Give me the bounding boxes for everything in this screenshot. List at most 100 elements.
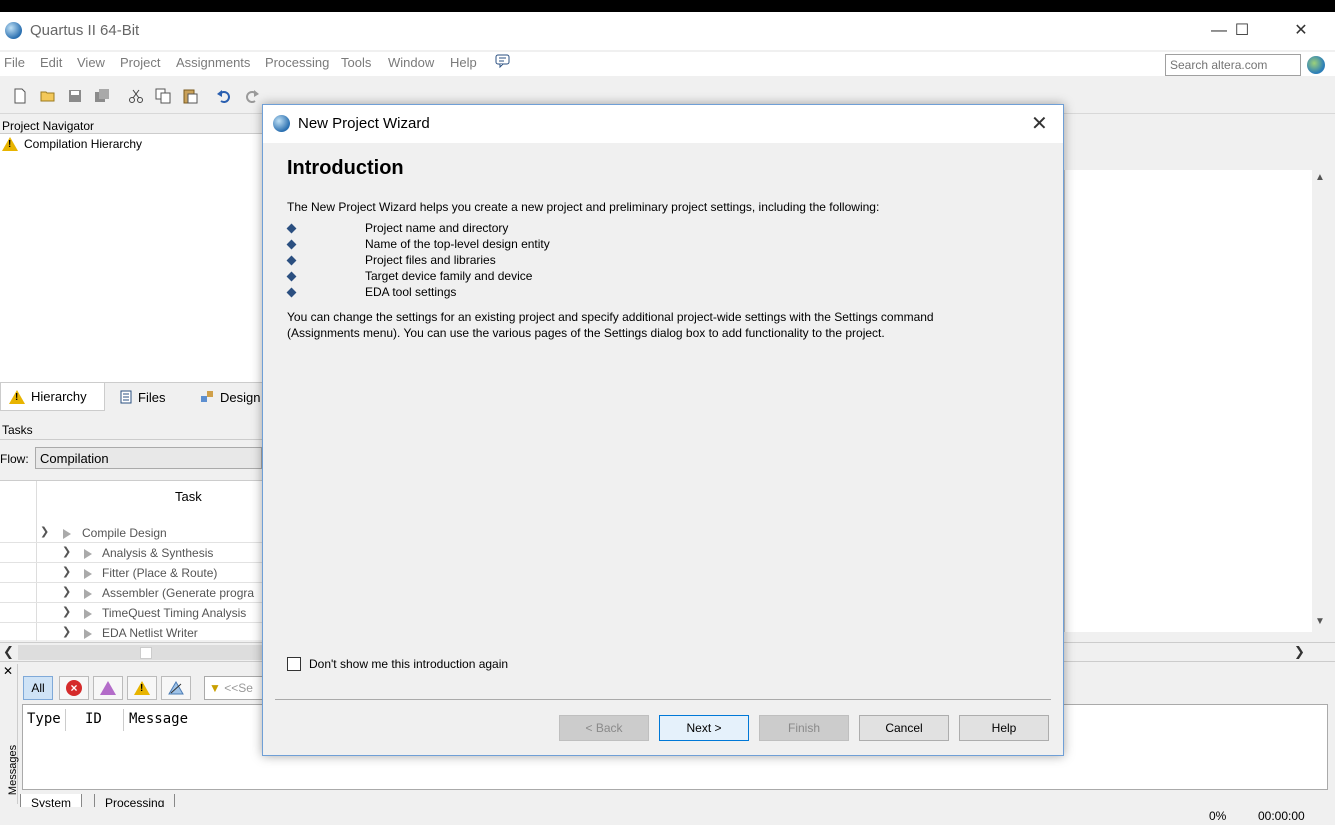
filter-suppressed-button[interactable] <box>161 676 191 700</box>
chevron-down-icon[interactable]: ❯ <box>40 525 49 538</box>
menu-view[interactable]: View <box>77 55 105 70</box>
help-button[interactable]: Help <box>959 715 1049 741</box>
editor-area <box>1064 170 1328 632</box>
list-item-label: Project name and directory <box>365 221 509 235</box>
close-messages-icon[interactable]: ✕ <box>3 664 13 678</box>
scroll-left-icon[interactable]: ❮ <box>3 644 14 660</box>
tab-hierarchy[interactable]: Hierarchy <box>0 383 105 411</box>
bullet-diamond-icon <box>286 255 297 266</box>
menu-tools[interactable]: Tools <box>341 55 371 70</box>
column-message[interactable]: Message <box>129 711 188 727</box>
tasks-header: Tasks <box>0 420 262 440</box>
chevron-right-icon[interactable]: ❯ <box>62 545 71 558</box>
play-icon <box>84 549 92 559</box>
close-window-button[interactable]: ✕ <box>1278 18 1324 44</box>
list-item-label: Name of the top-level design entity <box>365 237 550 251</box>
menu-processing[interactable]: Processing <box>265 55 329 70</box>
dont-show-again-checkbox[interactable] <box>287 657 301 671</box>
open-folder-icon[interactable] <box>40 88 56 104</box>
tab-design[interactable]: Design <box>192 383 268 411</box>
redo-icon[interactable] <box>244 88 260 104</box>
filter-critical-warnings-button[interactable] <box>93 676 123 700</box>
list-item: Project files and libraries <box>286 253 1027 269</box>
filter-warnings-button[interactable] <box>127 676 157 700</box>
compilation-hierarchy-label: Compilation Hierarchy <box>24 137 143 151</box>
column-type[interactable]: Type <box>27 711 61 727</box>
menu-file[interactable]: File <box>4 55 25 70</box>
search-altera-input[interactable] <box>1165 54 1301 76</box>
task-row[interactable]: ❯ Compile Design <box>0 523 262 543</box>
paste-icon[interactable] <box>182 88 198 104</box>
settings-note-line: You can change the settings for an exist… <box>287 310 934 324</box>
list-item-label: EDA tool settings <box>365 285 457 299</box>
new-file-icon[interactable] <box>12 88 28 104</box>
tab-hierarchy-label: Hierarchy <box>31 389 87 404</box>
save-all-icon[interactable] <box>94 88 110 104</box>
task-label: TimeQuest Timing Analysis <box>102 606 247 620</box>
chevron-right-icon[interactable]: ❯ <box>62 625 71 638</box>
column-divider <box>123 709 124 731</box>
elapsed-time: 00:00:00 <box>1258 809 1305 823</box>
task-table: Task ❯ Compile Design ❯ Analysis & Synth… <box>0 480 262 643</box>
feedback-icon[interactable] <box>495 54 511 71</box>
chevron-right-icon[interactable]: ❯ <box>62 585 71 598</box>
scroll-right-icon[interactable]: ❯ <box>1294 644 1305 660</box>
task-row[interactable]: ❯ TimeQuest Timing Analysis <box>0 603 262 623</box>
intro-text: The New Project Wizard helps you create … <box>287 200 880 214</box>
task-label: Analysis & Synthesis <box>102 546 214 560</box>
list-item-label: Target device family and device <box>365 269 533 283</box>
filter-funnel-icon: ▼ <box>209 681 221 695</box>
menu-edit[interactable]: Edit <box>40 55 62 70</box>
scroll-up-icon[interactable]: ▲ <box>1315 172 1325 183</box>
globe-icon[interactable] <box>1307 56 1325 74</box>
project-navigator-panel: Compilation Hierarchy <box>0 134 262 384</box>
chevron-right-icon[interactable]: ❯ <box>62 565 71 578</box>
bullet-diamond-icon <box>286 223 297 234</box>
save-icon[interactable] <box>67 88 83 104</box>
vertical-scrollbar[interactable]: ▲ ▼ <box>1312 170 1328 632</box>
dialog-title: New Project Wizard <box>298 115 430 132</box>
tab-files[interactable]: Files <box>112 383 173 411</box>
warning-icon <box>9 389 25 404</box>
dont-show-again-label[interactable]: Don't show me this introduction again <box>309 657 508 671</box>
design-units-icon <box>201 391 213 402</box>
task-row[interactable]: ❯ EDA Netlist Writer <box>0 623 262 643</box>
message-search-input[interactable]: ▼ <<Se <box>204 676 264 700</box>
copy-icon[interactable] <box>155 88 171 104</box>
task-row[interactable]: ❯ Assembler (Generate progra <box>0 583 262 603</box>
menu-project[interactable]: Project <box>120 55 160 70</box>
scroll-down-icon[interactable]: ▼ <box>1315 616 1325 627</box>
compilation-hierarchy-item[interactable]: Compilation Hierarchy <box>2 137 142 151</box>
next-button[interactable]: Next > <box>659 715 749 741</box>
list-item: Name of the top-level design entity <box>286 237 1027 253</box>
menu-assignments[interactable]: Assignments <box>176 55 250 70</box>
menu-help[interactable]: Help <box>450 55 477 70</box>
list-item-label: Project files and libraries <box>365 253 496 267</box>
undo-icon[interactable] <box>216 88 232 104</box>
flow-label: Flow: <box>0 452 29 466</box>
menu-window[interactable]: Window <box>388 55 434 70</box>
task-row[interactable]: ❯ Analysis & Synthesis <box>0 543 262 563</box>
cancel-button[interactable]: Cancel <box>859 715 949 741</box>
column-id[interactable]: ID <box>85 711 102 727</box>
filter-errors-button[interactable]: × <box>59 676 89 700</box>
warning-icon <box>134 681 150 695</box>
task-label: Assembler (Generate progra <box>102 586 255 600</box>
back-button[interactable]: < Back <box>559 715 649 741</box>
dont-show-again-row[interactable]: Don't show me this introduction again <box>287 657 508 671</box>
play-icon <box>63 529 71 539</box>
flow-select[interactable]: Compilation <box>35 447 262 469</box>
maximize-button[interactable]: ☐ <box>1219 18 1265 44</box>
scrollbar-thumb[interactable] <box>18 645 262 660</box>
project-navigator-header: Project Navigator <box>0 116 262 134</box>
chevron-right-icon[interactable]: ❯ <box>62 605 71 618</box>
window-title: Quartus II 64-Bit <box>30 22 140 39</box>
task-row[interactable]: ❯ Fitter (Place & Route) <box>0 563 262 583</box>
messages-side-label: Messages <box>7 744 20 796</box>
finish-button[interactable]: Finish <box>759 715 849 741</box>
filter-all-button[interactable]: All <box>23 676 53 700</box>
list-item: Project name and directory <box>286 221 1027 237</box>
warning-icon <box>2 137 18 151</box>
cut-icon[interactable] <box>128 88 144 104</box>
close-dialog-button[interactable]: ✕ <box>1031 111 1048 136</box>
